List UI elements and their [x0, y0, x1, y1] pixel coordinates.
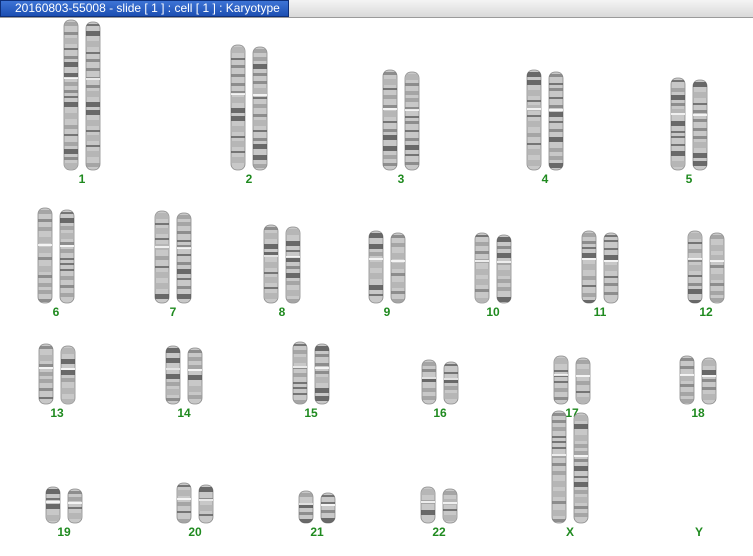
title-bar: 20160803-55008 - slide [ 1 ] : cell [ 1 … — [0, 0, 753, 18]
chromosome-label: 5 — [685, 172, 693, 186]
chromosome-right — [575, 357, 591, 405]
chromosome-label: 22 — [432, 525, 446, 539]
chromosome-label: 14 — [177, 406, 191, 420]
chromosome-label: 4 — [541, 172, 549, 186]
chromosome-left — [292, 341, 308, 405]
chromosome-label: X — [565, 525, 575, 539]
chromosome-right — [390, 232, 406, 304]
chromosome-left — [581, 230, 597, 304]
chromosome-right — [701, 357, 717, 405]
chromosome-right — [67, 488, 83, 524]
chromosome-right — [404, 71, 420, 171]
chromosome-label: 10 — [486, 305, 500, 319]
chromosome-right — [692, 79, 708, 171]
chromosome-right — [60, 345, 76, 405]
chromosome-left — [421, 359, 437, 405]
chromosome-right — [314, 343, 330, 405]
chromosome-label: 7 — [169, 305, 177, 319]
chromosome-label: 8 — [278, 305, 286, 319]
chromosome-label: 3 — [397, 172, 405, 186]
chromosome-left — [382, 69, 398, 171]
chromosome-left — [154, 210, 170, 304]
chromosome-right — [176, 212, 192, 304]
chromosome-label: 1 — [78, 172, 86, 186]
chromosome-left — [420, 486, 436, 524]
chromosome-label: 9 — [383, 305, 391, 319]
chromosome-right — [187, 347, 203, 405]
chromosome-label: Y — [694, 525, 704, 539]
chromosome-label: 15 — [304, 406, 318, 420]
chromosome-left — [368, 230, 384, 304]
chromosome-right — [85, 21, 101, 171]
chromosome-label: 16 — [433, 406, 447, 420]
chromosome-left — [165, 345, 181, 405]
chromosome-left — [670, 77, 686, 171]
chromosome-label: 21 — [310, 525, 324, 539]
chromosome-right — [496, 234, 512, 304]
karyotype-canvas: 1 2 3 4 5 6 7 8 9 10 11 12 13 14 15 16 17 18 19 20 21 22 X Y — [0, 18, 753, 556]
chromosome-left — [687, 230, 703, 304]
chromosome-left — [679, 355, 695, 405]
chromosome-label: 2 — [245, 172, 253, 186]
chromosome-right — [573, 412, 589, 524]
chromosome-label: 18 — [691, 406, 705, 420]
chromosome-right — [548, 71, 564, 171]
chromosome-left — [263, 224, 279, 304]
chromosome-left — [298, 490, 314, 524]
chromosome-left — [526, 69, 542, 171]
chromosome-left — [176, 482, 192, 524]
chromosome-right — [709, 232, 725, 304]
chromosome-left — [230, 44, 246, 171]
chromosome-left — [474, 232, 490, 304]
chromosome-right — [285, 226, 301, 304]
chromosome-label: 11 — [593, 305, 607, 319]
chromosome-right — [59, 209, 75, 304]
chromosome-label: 12 — [699, 305, 713, 319]
chromosome-left — [45, 486, 61, 524]
chromosome-label: 13 — [50, 406, 64, 420]
chromosome-left — [553, 355, 569, 405]
chromosome-left — [37, 207, 53, 304]
chromosome-label: 6 — [52, 305, 60, 319]
chromosome-label: 20 — [188, 525, 202, 539]
chromosome-right — [442, 488, 458, 524]
window-title: 20160803-55008 - slide [ 1 ] : cell [ 1 … — [0, 0, 289, 17]
chromosome-right — [252, 46, 268, 171]
chromosome-left — [551, 410, 567, 524]
chromosome-left — [63, 19, 79, 171]
chromosome-right — [320, 492, 336, 524]
chromosome-right — [198, 484, 214, 524]
chromosome-right — [603, 232, 619, 304]
chromosome-left — [38, 343, 54, 405]
chromosome-right — [443, 361, 459, 405]
chromosome-label: 19 — [57, 525, 71, 539]
